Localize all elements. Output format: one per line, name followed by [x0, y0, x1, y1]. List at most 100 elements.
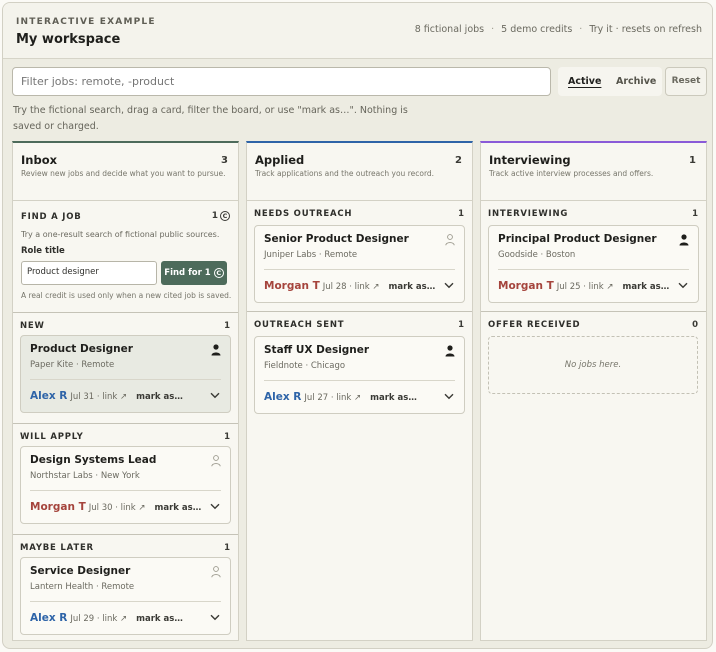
section-offer-received: OFFER RECEIVED 0 No jobs here.	[481, 312, 706, 422]
job-card[interactable]: Design Systems Lead Northstar Labs · New…	[20, 446, 231, 524]
card-footer: Alex R Jul 27 · link ↗ mark as…	[264, 391, 417, 403]
section-outreach-sent: OUTREACH SENT 1 Staff UX Designer Fieldn…	[247, 312, 472, 422]
person-outline-icon[interactable]	[445, 234, 455, 246]
section-count: 1	[458, 320, 464, 330]
tab-active[interactable]: Active	[568, 76, 601, 87]
person-filled-icon[interactable]	[211, 344, 221, 356]
section-label: MAYBE LATER	[20, 543, 94, 553]
divider	[498, 269, 689, 270]
reset-button[interactable]: Reset	[665, 67, 707, 96]
find-button[interactable]: Find for 1C	[161, 261, 227, 285]
column-title: Applied	[255, 153, 305, 167]
find-job-panel: FIND A JOB 1C Try a one-result search of…	[13, 201, 238, 313]
column-header: Inbox Review new jobs and decide what yo…	[13, 143, 238, 201]
job-card[interactable]: Principal Product Designer Goodside · Bo…	[488, 225, 699, 303]
section-label: WILL APPLY	[20, 432, 84, 442]
divider	[264, 380, 455, 381]
person-outline-icon[interactable]	[211, 566, 221, 578]
person-outline-icon[interactable]	[211, 455, 221, 467]
mark-as-button[interactable]: mark as…	[370, 393, 417, 403]
find-description: Try a one-result search of fictional pub…	[21, 230, 220, 239]
header-meta: 8 fictional jobs · 5 demo credits · Try it…	[415, 24, 702, 35]
mark-as-button[interactable]: mark as…	[155, 503, 202, 513]
divider	[30, 379, 221, 380]
owner-name: Alex R	[30, 390, 68, 402]
section-label: NEEDS OUTREACH	[254, 209, 353, 219]
card-footer: Morgan T Jul 25 · link ↗ mark as…	[498, 280, 669, 292]
section-count: 1	[458, 209, 464, 219]
tab-archive[interactable]: Archive	[616, 76, 656, 87]
chevron-down-icon[interactable]	[444, 282, 454, 289]
credits-count: 5 demo credits	[501, 24, 573, 35]
job-date-link[interactable]: Jul 25 · link ↗	[557, 282, 614, 292]
divider	[264, 269, 455, 270]
card-footer: Morgan T Jul 28 · link ↗ mark as…	[264, 280, 435, 292]
divider	[30, 601, 221, 602]
column-description: Track applications and the outreach you …	[255, 169, 435, 178]
section-label: NEW	[20, 321, 45, 331]
mark-as-button[interactable]: mark as…	[389, 282, 436, 292]
section-count: 1	[224, 543, 230, 553]
section-count: 1	[224, 432, 230, 442]
try-note: Try it · resets on refresh	[589, 24, 702, 35]
section-label: OFFER RECEIVED	[488, 320, 581, 330]
page-title: My workspace	[16, 32, 121, 47]
credit-count: 1	[211, 211, 218, 221]
job-date-link[interactable]: Jul 31 · link ↗	[70, 392, 127, 402]
coin-icon: C	[213, 268, 224, 278]
person-filled-icon[interactable]	[445, 345, 455, 357]
chevron-down-icon[interactable]	[210, 503, 220, 510]
section-maybe-later: MAYBE LATER 1 Service Designer Lantern H…	[13, 535, 238, 641]
job-date-link[interactable]: Jul 28 · link ↗	[323, 282, 380, 292]
mark-as-button[interactable]: mark as…	[623, 282, 670, 292]
column-title: Interviewing	[489, 153, 571, 167]
job-company: Juniper Labs · Remote	[264, 250, 358, 260]
role-title-label: Role title	[21, 246, 65, 256]
job-company: Northstar Labs · New York	[30, 471, 140, 481]
job-title: Principal Product Designer	[498, 233, 657, 245]
section-label: OUTREACH SENT	[254, 320, 345, 330]
mark-as-button[interactable]: mark as…	[136, 392, 183, 402]
job-date-link[interactable]: Jul 29 · link ↗	[70, 614, 127, 624]
role-title-input[interactable]: Product designer	[21, 261, 157, 285]
section-label: INTERVIEWING	[488, 209, 569, 219]
chevron-down-icon[interactable]	[210, 614, 220, 621]
job-date-link[interactable]: Jul 27 · link ↗	[304, 393, 361, 403]
chevron-down-icon[interactable]	[678, 282, 688, 289]
job-card[interactable]: Staff UX Designer Fieldnote · Chicago Al…	[254, 336, 465, 414]
job-card[interactable]: Product Designer Paper Kite · Remote Ale…	[20, 335, 231, 413]
column-header: Applied Track applications and the outre…	[247, 143, 472, 201]
column-description: Track active interview processes and off…	[489, 169, 654, 178]
filter-input[interactable]	[12, 67, 551, 96]
section-will-apply: WILL APPLY 1 Design Systems Lead Northst…	[13, 424, 238, 535]
find-note: A real credit is used only when a new ci…	[21, 291, 232, 300]
job-title: Senior Product Designer	[264, 233, 409, 245]
column-applied: Applied Track applications and the outre…	[246, 141, 473, 641]
credit-indicator: 1C	[212, 211, 230, 221]
owner-name: Alex R	[264, 391, 302, 403]
person-filled-icon[interactable]	[679, 234, 689, 246]
owner-name: Alex R	[30, 612, 68, 624]
job-company: Fieldnote · Chicago	[264, 361, 346, 371]
jobs-count: 8 fictional jobs	[414, 24, 485, 35]
empty-drop-zone[interactable]: No jobs here.	[488, 336, 698, 394]
job-date-link[interactable]: Jul 30 · link ↗	[89, 503, 146, 513]
job-title: Service Designer	[30, 565, 131, 577]
mark-as-button[interactable]: mark as…	[136, 614, 183, 624]
job-card[interactable]: Service Designer Lantern Health · Remote…	[20, 557, 231, 635]
column-count: 3	[221, 155, 228, 166]
job-company: Goodside · Boston	[498, 250, 576, 260]
header: INTERACTIVE EXAMPLE My workspace 8 ficti…	[3, 3, 712, 59]
owner-name: Morgan T	[264, 280, 320, 292]
column-header: Interviewing Track active interview proc…	[481, 143, 706, 201]
workspace-app: INTERACTIVE EXAMPLE My workspace 8 ficti…	[2, 2, 713, 649]
job-card[interactable]: Senior Product Designer Juniper Labs · R…	[254, 225, 465, 303]
chevron-down-icon[interactable]	[444, 393, 454, 400]
section-count: 1	[224, 321, 230, 331]
chevron-down-icon[interactable]	[210, 392, 220, 399]
card-footer: Morgan T Jul 30 · link ↗ mark as…	[30, 501, 201, 513]
find-button-label: Find for 1	[164, 268, 211, 278]
job-company: Paper Kite · Remote	[30, 360, 115, 370]
meta-separator: ·	[579, 24, 583, 35]
job-title: Design Systems Lead	[30, 454, 157, 466]
